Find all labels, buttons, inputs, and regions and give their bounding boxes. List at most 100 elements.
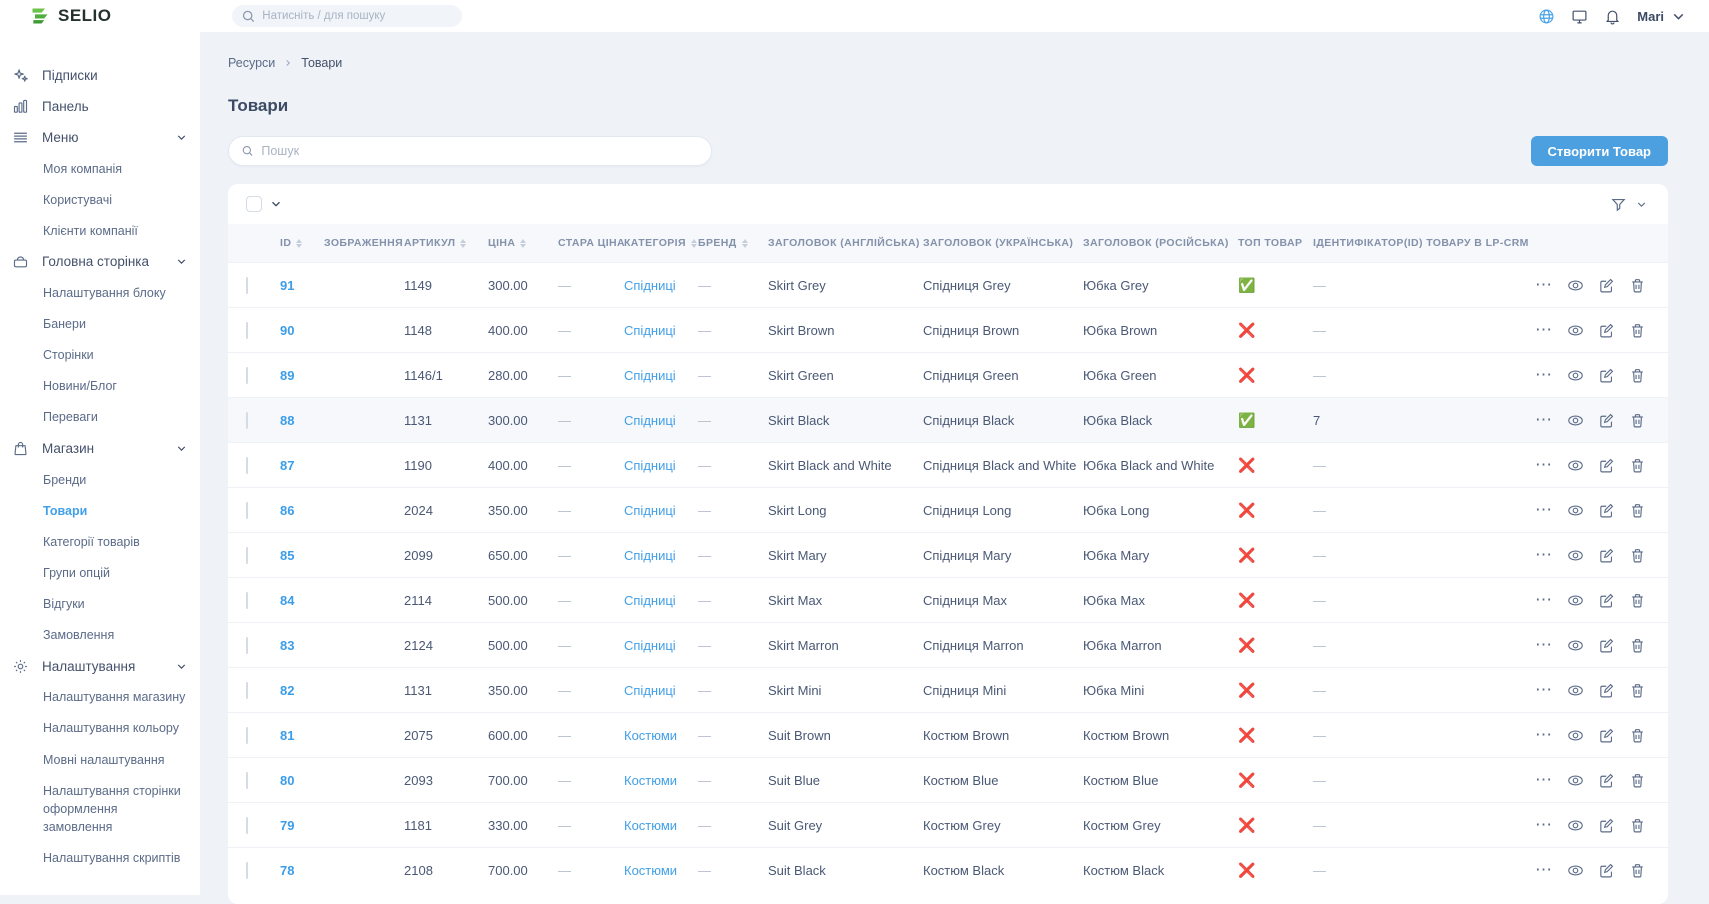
row-menu-icon[interactable]: ⋯ [1535,415,1553,425]
sidebar-subitem-Відгуки[interactable]: Відгуки [43,589,188,620]
row-checkbox[interactable] [246,412,248,429]
delete-trash-icon[interactable] [1629,547,1646,564]
row-menu-icon[interactable]: ⋯ [1535,730,1553,740]
delete-trash-icon[interactable] [1629,277,1646,294]
row-menu-icon[interactable]: ⋯ [1535,280,1553,290]
column-header[interactable]: КАТЕГОРІЯ [624,237,698,249]
product-id-link[interactable]: 91 [280,278,294,293]
product-category-link[interactable]: Спідниці [624,368,676,383]
sidebar-subitem-Новини/Блог[interactable]: Новини/Блог [43,371,188,402]
view-eye-icon[interactable] [1567,322,1584,339]
delete-trash-icon[interactable] [1629,322,1646,339]
product-category-link[interactable]: Спідниці [624,593,676,608]
product-category-link[interactable]: Костюми [624,818,677,833]
user-menu[interactable]: Mari [1637,8,1687,25]
edit-pencil-icon[interactable] [1598,322,1615,339]
sidebar-subitem-Клієнти компанії[interactable]: Клієнти компанії [43,215,188,246]
delete-trash-icon[interactable] [1629,862,1646,879]
row-checkbox[interactable] [246,502,248,519]
sidebar-subitem-Мовні налаштування[interactable]: Мовні налаштування [43,744,188,775]
sidebar-item-Панель[interactable]: Панель [10,91,188,122]
delete-trash-icon[interactable] [1629,637,1646,654]
row-menu-icon[interactable]: ⋯ [1535,865,1553,875]
column-header[interactable]: ЦІНА [488,237,558,249]
row-checkbox[interactable] [246,772,248,789]
column-header[interactable]: ID [280,237,324,249]
row-menu-icon[interactable]: ⋯ [1535,505,1553,515]
product-id-link[interactable]: 85 [280,548,294,563]
row-checkbox[interactable] [246,277,248,294]
brand-logo[interactable]: SELIO [30,6,112,26]
row-checkbox[interactable] [246,547,248,564]
delete-trash-icon[interactable] [1629,367,1646,384]
product-id-link[interactable]: 82 [280,683,294,698]
delete-trash-icon[interactable] [1629,502,1646,519]
sidebar-item-Налаштування[interactable]: Налаштування [10,651,188,682]
product-id-link[interactable]: 83 [280,638,294,653]
row-checkbox[interactable] [246,727,248,744]
edit-pencil-icon[interactable] [1598,682,1615,699]
product-id-link[interactable]: 78 [280,863,294,878]
row-checkbox[interactable] [246,637,248,654]
sort-arrows-icon[interactable] [296,239,302,248]
sidebar-subitem-Налаштування сторінки оформлення замовлення[interactable]: Налаштування сторінки оформлення замовле… [43,775,188,842]
edit-pencil-icon[interactable] [1598,547,1615,564]
sidebar-subitem-Налаштування кольору[interactable]: Налаштування кольору [43,713,188,744]
product-id-link[interactable]: 84 [280,593,294,608]
sidebar-subitem-Моя компанія[interactable]: Моя компанія [43,153,188,184]
row-menu-icon[interactable]: ⋯ [1535,595,1553,605]
view-eye-icon[interactable] [1567,457,1584,474]
row-menu-icon[interactable]: ⋯ [1535,640,1553,650]
select-options-chevron-icon[interactable] [269,197,283,211]
product-id-link[interactable]: 90 [280,323,294,338]
product-id-link[interactable]: 80 [280,773,294,788]
view-eye-icon[interactable] [1567,502,1584,519]
column-header[interactable]: АРТИКУЛ [404,237,488,249]
edit-pencil-icon[interactable] [1598,592,1615,609]
row-menu-icon[interactable]: ⋯ [1535,820,1553,830]
product-category-link[interactable]: Костюми [624,728,677,743]
sidebar-subitem-Товари[interactable]: Товари [43,495,188,526]
edit-pencil-icon[interactable] [1598,367,1615,384]
product-category-link[interactable]: Костюми [624,863,677,878]
row-menu-icon[interactable]: ⋯ [1535,550,1553,560]
row-menu-icon[interactable]: ⋯ [1535,325,1553,335]
edit-pencil-icon[interactable] [1598,727,1615,744]
notifications-bell-icon[interactable] [1604,8,1621,25]
product-category-link[interactable]: Спідниці [624,323,676,338]
sidebar-item-Меню[interactable]: Меню [10,122,188,153]
edit-pencil-icon[interactable] [1598,772,1615,789]
sort-arrows-icon[interactable] [742,239,748,248]
sidebar-item-Магазин[interactable]: Магазин [10,433,188,464]
product-id-link[interactable]: 87 [280,458,294,473]
view-eye-icon[interactable] [1567,592,1584,609]
product-id-link[interactable]: 88 [280,413,294,428]
row-checkbox[interactable] [246,592,248,609]
product-category-link[interactable]: Спідниці [624,413,676,428]
language-globe-icon[interactable] [1538,8,1555,25]
delete-trash-icon[interactable] [1629,727,1646,744]
edit-pencil-icon[interactable] [1598,502,1615,519]
monitor-icon[interactable] [1571,8,1588,25]
column-header[interactable]: БРЕНД [698,237,768,249]
delete-trash-icon[interactable] [1629,457,1646,474]
product-category-link[interactable]: Спідниці [624,278,676,293]
sort-arrows-icon[interactable] [460,239,466,248]
product-category-link[interactable]: Спідниці [624,548,676,563]
sidebar-subitem-Налаштування магазину[interactable]: Налаштування магазину [43,682,188,713]
product-id-link[interactable]: 89 [280,368,294,383]
global-search-input[interactable] [262,10,453,22]
row-checkbox[interactable] [246,862,248,879]
view-eye-icon[interactable] [1567,862,1584,879]
table-search[interactable] [228,136,712,166]
delete-trash-icon[interactable] [1629,592,1646,609]
product-id-link[interactable]: 79 [280,818,294,833]
row-checkbox[interactable] [246,817,248,834]
filter-chevron-icon[interactable] [1635,198,1648,211]
view-eye-icon[interactable] [1567,277,1584,294]
product-category-link[interactable]: Спідниці [624,683,676,698]
sort-arrows-icon[interactable] [691,239,697,248]
breadcrumb-item[interactable]: Ресурси [228,56,275,70]
sidebar-subitem-Групи опцій[interactable]: Групи опцій [43,557,188,588]
edit-pencil-icon[interactable] [1598,817,1615,834]
